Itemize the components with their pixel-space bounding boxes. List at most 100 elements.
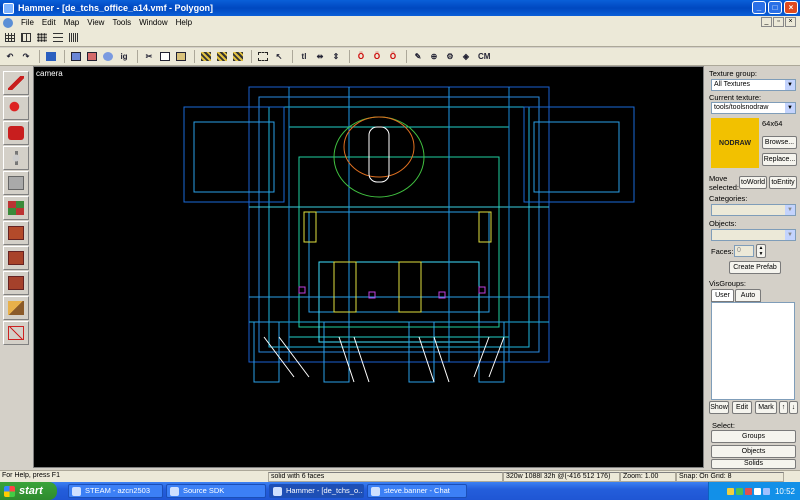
flip-vertical-button[interactable]: ⇕ [329, 50, 343, 63]
run-map-button[interactable]: Ö [370, 50, 384, 63]
entity-report-button[interactable]: ✎ [411, 50, 425, 63]
select-groups-button[interactable]: Groups [711, 430, 796, 443]
grid-larger-icon [53, 33, 63, 42]
document-icon[interactable] [3, 17, 13, 28]
undo-button[interactable]: ↶ [3, 50, 17, 63]
carve-button[interactable] [44, 50, 58, 63]
entity-tool-button[interactable] [3, 146, 29, 170]
select-box-button[interactable] [256, 50, 270, 63]
visgroup-up-button[interactable]: ↑ [779, 401, 788, 414]
texture-size: 64x64 [762, 119, 783, 128]
menu-window[interactable]: Window [135, 18, 171, 27]
group-button[interactable] [69, 50, 83, 63]
menu-tools[interactable]: Tools [108, 18, 135, 27]
open-button[interactable]: Ö [354, 50, 368, 63]
faces-spinner[interactable]: ▲ ▼ [756, 244, 766, 258]
tray-icon-3[interactable] [744, 487, 752, 495]
minimize-button[interactable]: _ [752, 1, 766, 14]
selection-tool-button[interactable] [3, 71, 29, 95]
flip-horizontal-button[interactable]: ⇹ [313, 50, 327, 63]
grid-toggle-button[interactable] [3, 31, 17, 44]
cut-button[interactable]: ✂ [142, 50, 156, 63]
properties-button[interactable]: ◈ [459, 50, 473, 63]
tab-user[interactable]: User [711, 289, 734, 302]
cordon-button[interactable]: CM [475, 50, 493, 63]
tab-auto[interactable]: Auto [735, 289, 761, 302]
objects-select[interactable]: ▼ [711, 229, 796, 241]
3d-grid-button[interactable] [19, 31, 33, 44]
texture-preview[interactable]: NODRAW [711, 118, 759, 168]
close-button[interactable]: × [784, 1, 798, 14]
vertex-tool-button[interactable] [3, 321, 29, 345]
mdi-close-button[interactable]: × [785, 17, 796, 27]
maximize-button[interactable]: □ [768, 1, 782, 14]
block-tool-button[interactable] [3, 171, 29, 195]
hide-items-button[interactable] [199, 50, 213, 63]
select-solids-button[interactable]: Solids [711, 459, 796, 469]
grid-larger-button[interactable] [51, 31, 65, 44]
task-hammer[interactable]: Hammer - [de_tchs_o... [269, 484, 364, 498]
clipping-tool-button[interactable] [3, 296, 29, 320]
pointer-select-button[interactable]: ↖ [272, 50, 286, 63]
faces-input[interactable]: 0 [734, 245, 754, 257]
overlay-tool-button[interactable] [3, 271, 29, 295]
camera-tool-button[interactable] [3, 121, 29, 145]
task-source-sdk[interactable]: Source SDK [166, 484, 266, 498]
menu-help[interactable]: Help [172, 18, 196, 27]
visgroup-mark-button[interactable]: Mark [755, 401, 777, 414]
volume-icon[interactable] [762, 487, 770, 495]
current-texture-value: tools/toolsnodraw [714, 104, 769, 111]
replace-button[interactable]: Replace... [762, 153, 797, 166]
redo-button[interactable]: ↷ [19, 50, 33, 63]
magnify-tool-button[interactable] [3, 96, 29, 120]
copy-button[interactable] [158, 50, 172, 63]
texture-group-select[interactable]: All Textures ▼ [711, 79, 796, 91]
menu-file[interactable]: File [17, 18, 38, 27]
flip-vertical-icon: ⇕ [332, 52, 340, 61]
options-button[interactable]: ⚙ [443, 50, 457, 63]
browse-button[interactable]: Browse... [762, 136, 797, 149]
grid-smaller-button[interactable] [67, 31, 81, 44]
move-to-world-button[interactable]: ig [117, 50, 131, 63]
check-problems-button[interactable]: ⊕ [427, 50, 441, 63]
start-button[interactable]: start [0, 482, 57, 500]
visgroup-down-button[interactable]: ↓ [789, 401, 798, 414]
tray-icon-1[interactable] [726, 487, 734, 495]
tray-icon-2[interactable] [735, 487, 743, 495]
tray-icon-4[interactable] [753, 487, 761, 495]
compile-button[interactable]: Ö [386, 50, 400, 63]
hide-unselected-button[interactable] [231, 50, 245, 63]
status-zoom: Zoom: 1.00 [620, 472, 676, 482]
show-items-button[interactable] [215, 50, 229, 63]
redo-icon: ↷ [22, 52, 30, 61]
current-texture-select[interactable]: tools/toolsnodraw ▼ [711, 102, 796, 114]
texture-preview-text: NODRAW [719, 139, 751, 147]
create-prefab-button[interactable]: Create Prefab [729, 261, 781, 274]
camera-viewport[interactable]: camera [33, 66, 704, 468]
select-objects-button[interactable]: Objects [711, 445, 796, 458]
paste-button[interactable] [174, 50, 188, 63]
task-steam[interactable]: STEAM - azcn2503 [68, 484, 163, 498]
visgroup-edit-button[interactable]: Edit [732, 401, 752, 414]
ungroup-button[interactable] [85, 50, 99, 63]
menu-map[interactable]: Map [60, 18, 84, 27]
texture-lock-button[interactable]: tl [297, 50, 311, 63]
current-texture-label: Current texture: [709, 93, 762, 102]
menu-view[interactable]: View [83, 18, 108, 27]
decal-tool-button[interactable] [3, 246, 29, 270]
tie-to-entity-button[interactable] [101, 50, 115, 63]
visgroup-show-button[interactable]: Show [709, 401, 729, 414]
to-entity-button[interactable]: toEntity [769, 176, 797, 189]
task-source-sdk-label: Source SDK [183, 486, 225, 495]
apply-current-texture-button[interactable] [3, 221, 29, 245]
texture-application-tool-button[interactable] [3, 196, 29, 220]
task-chat[interactable]: steve.banner - Chat [367, 484, 467, 498]
categories-select[interactable]: ▼ [711, 204, 796, 216]
mdi-minimize-button[interactable]: _ [761, 17, 772, 27]
to-world-button[interactable]: toWorld [739, 176, 767, 189]
dot-grid-button[interactable] [35, 31, 49, 44]
pointer-arrow-icon [8, 76, 24, 90]
mdi-restore-button[interactable]: ▫ [773, 17, 784, 27]
menu-edit[interactable]: Edit [38, 18, 60, 27]
visgroups-list[interactable] [711, 302, 795, 400]
